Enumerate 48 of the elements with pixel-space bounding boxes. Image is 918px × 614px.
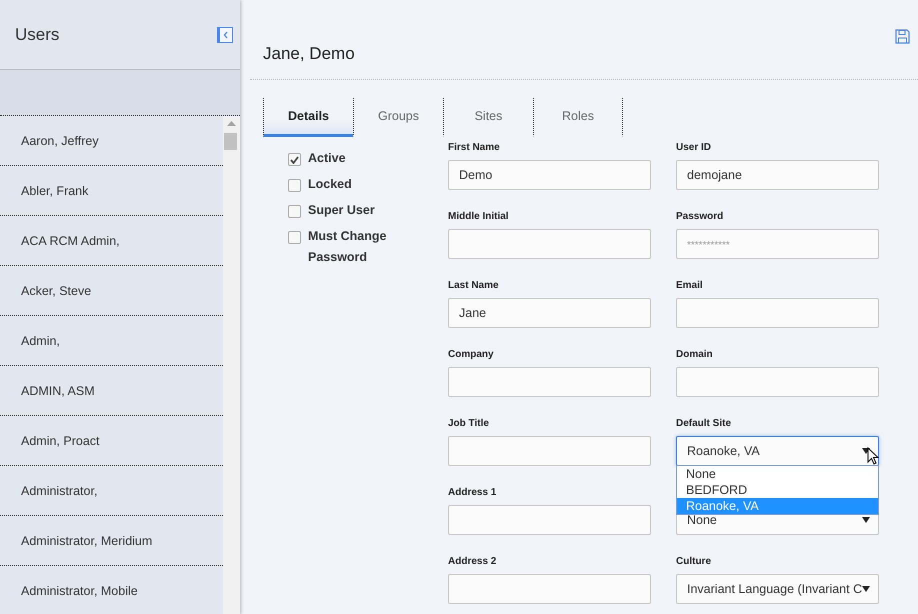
checkbox[interactable] [288,179,301,192]
collapse-button[interactable] [217,26,233,42]
password-field[interactable]: *********** [676,229,879,259]
field-label: Job Title [448,418,490,431]
field-label: User ID [676,142,712,155]
text-field[interactable] [676,367,879,397]
checkbox-label: Active [308,150,347,167]
text-field[interactable] [448,436,651,466]
scroll-up-icon[interactable] [227,121,236,126]
text-field[interactable]: Jane [448,298,651,328]
select-field[interactable]: Roanoke, VA [676,436,879,466]
sidebar-title: Users [15,24,60,44]
field-label: Culture [676,556,712,569]
text-field[interactable] [448,367,651,397]
text-field[interactable]: Demo [448,160,651,190]
checkbox[interactable] [288,231,301,244]
checkbox[interactable] [288,153,301,166]
tab[interactable]: Groups [353,98,443,137]
field-label: Domain [676,349,714,362]
field-label: Password [676,211,724,224]
checkbox-label: Must Change Password [308,228,388,266]
field-label: First Name [448,142,501,155]
save-icon[interactable] [895,29,910,44]
text-field[interactable]: demojane [676,160,879,190]
user-title: Jane, Demo [263,44,355,64]
scrollbar[interactable] [223,116,240,614]
checkbox-label: Super User [308,202,376,219]
tab[interactable]: Details [263,98,353,137]
field-label: Default Site [676,418,732,431]
text-field[interactable] [448,229,651,259]
checkbox-label: Locked [308,176,353,193]
caret-icon [862,517,870,523]
field-label: Email [676,280,704,293]
field-label: Address 1 [448,487,498,500]
scrollbar-thumb[interactable] [224,133,237,150]
select-field[interactable]: Invariant Language (Invariant C [676,574,879,604]
text-field[interactable] [676,298,879,328]
checkbox[interactable] [288,205,301,218]
caret-icon [862,586,870,592]
text-field[interactable] [448,574,651,604]
text-field[interactable] [448,505,651,535]
field-label: Middle Initial [448,211,510,224]
field-label: Address 2 [448,556,498,569]
tab[interactable]: Sites [443,98,533,137]
field-label: Company [448,349,495,362]
tab[interactable]: Roles [533,98,623,137]
field-label: Last Name [448,280,500,293]
chevron-left-icon [223,30,229,38]
